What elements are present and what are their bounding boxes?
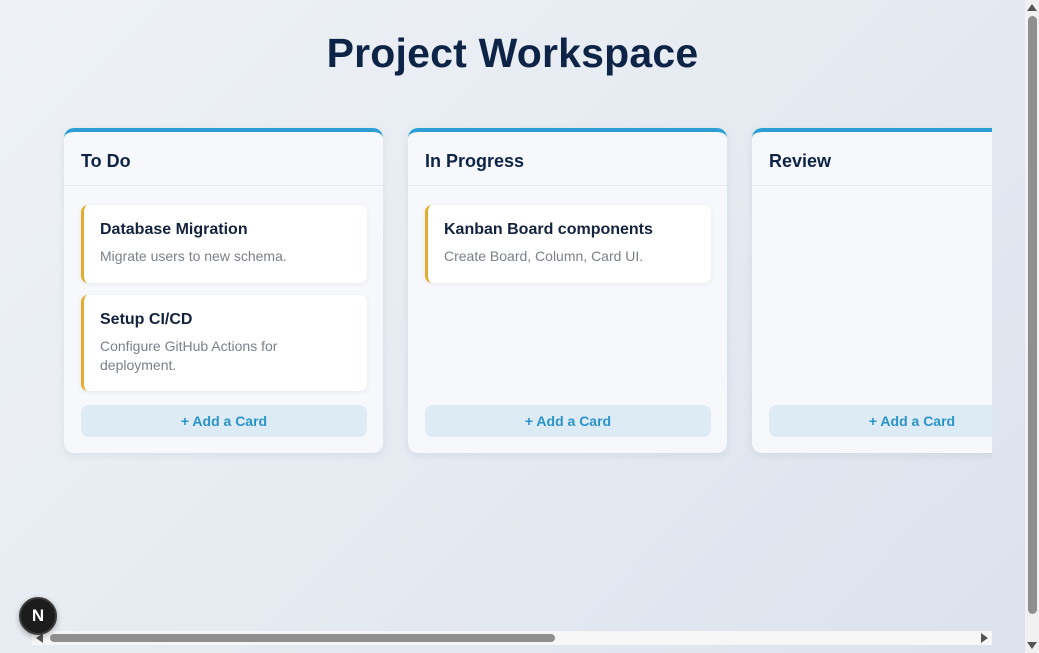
- scroll-up-arrow-icon[interactable]: [1027, 4, 1037, 11]
- column-review: Review + Add a Card: [752, 128, 992, 453]
- scroll-right-arrow-icon[interactable]: [981, 633, 988, 643]
- card-title: Setup CI/CD: [100, 311, 193, 328]
- card-description: Configure GitHub Actions for deployment.: [100, 338, 278, 373]
- column-title: Review: [752, 132, 992, 186]
- column-title: In Progress: [408, 132, 727, 186]
- column-in-progress: In Progress Kanban Board components Crea…: [408, 128, 727, 453]
- add-card-button[interactable]: + Add a Card: [769, 405, 992, 437]
- nextjs-dev-indicator-icon[interactable]: N: [19, 597, 57, 635]
- scroll-down-arrow-icon[interactable]: [1027, 642, 1037, 649]
- card-database-migration[interactable]: Database Migration Migrate users to new …: [81, 205, 367, 283]
- dev-badge-label: N: [31, 606, 45, 625]
- board: To Do Database Migration Migrate users t…: [0, 0, 992, 653]
- card-title: Kanban Board components: [444, 221, 653, 238]
- card-setup-ci-cd[interactable]: Setup CI/CD Configure GitHub Actions for…: [81, 295, 367, 391]
- card-description: Create Board, Column, Card UI.: [444, 248, 644, 264]
- horizontal-scrollbar[interactable]: [32, 631, 992, 645]
- column-title: To Do: [64, 132, 383, 186]
- add-card-button[interactable]: + Add a Card: [81, 405, 367, 437]
- horizontal-scrollbar-thumb[interactable]: [50, 634, 555, 642]
- column-to-do: To Do Database Migration Migrate users t…: [64, 128, 383, 453]
- card-description: Migrate users to new schema.: [100, 248, 287, 264]
- vertical-scrollbar[interactable]: [1025, 0, 1039, 653]
- card-title: Database Migration: [100, 221, 248, 238]
- card-kanban-board-components[interactable]: Kanban Board components Create Board, Co…: [425, 205, 711, 283]
- vertical-scrollbar-thumb[interactable]: [1028, 16, 1037, 614]
- add-card-button[interactable]: + Add a Card: [425, 405, 711, 437]
